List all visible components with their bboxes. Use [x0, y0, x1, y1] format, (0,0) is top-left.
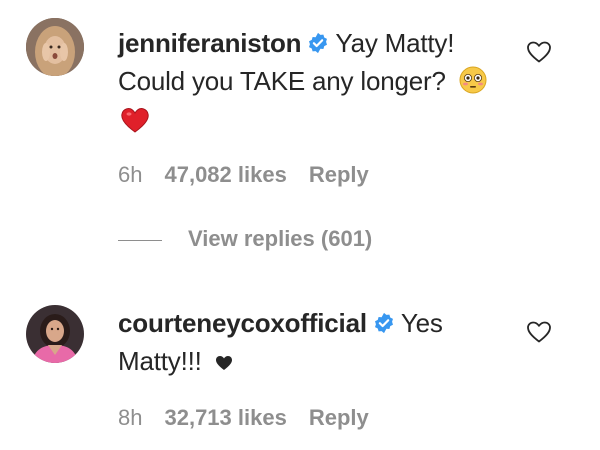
- reply-button[interactable]: Reply: [309, 405, 369, 430]
- comment-text-line1: Yes: [400, 308, 443, 338]
- comment-text-line1: Yay Matty!: [335, 28, 455, 58]
- heart-outline-icon[interactable]: [526, 320, 552, 344]
- comment-body: jenniferaniston Yay Matty! Could you TAKE…: [118, 24, 518, 138]
- divider-line: [118, 239, 162, 241]
- view-replies-label: View replies (601): [188, 226, 373, 251]
- reply-button[interactable]: Reply: [309, 162, 369, 187]
- comment-body: courteneycoxofficial Yes Matty!!!: [118, 304, 518, 380]
- comment-likes[interactable]: 47,082 likes: [164, 162, 286, 187]
- comment-text-line2: Could you TAKE any longer?: [118, 66, 446, 96]
- comment-username[interactable]: courteneycoxofficial: [118, 308, 367, 338]
- comment-time[interactable]: 6h: [118, 162, 142, 187]
- black-heart-symbol: [215, 356, 232, 370]
- comment-text-line2: Matty!!!: [118, 346, 202, 376]
- avatar[interactable]: [26, 305, 84, 363]
- verified-badge-icon: [374, 312, 393, 334]
- red-heart-emoji: [121, 108, 149, 133]
- flushed-face-emoji: [459, 66, 487, 94]
- heart-outline-icon[interactable]: [526, 40, 552, 64]
- comment-meta: 6h 47,082 likes Reply: [118, 162, 391, 188]
- avatar[interactable]: [26, 18, 84, 76]
- comment-likes[interactable]: 32,713 likes: [164, 405, 286, 430]
- verified-badge-icon: [309, 32, 328, 54]
- comment-time[interactable]: 8h: [118, 405, 142, 430]
- comment-meta: 8h 32,713 likes Reply: [118, 405, 391, 431]
- comment-username[interactable]: jenniferaniston: [118, 28, 302, 58]
- view-replies-button[interactable]: View replies (601): [118, 226, 372, 252]
